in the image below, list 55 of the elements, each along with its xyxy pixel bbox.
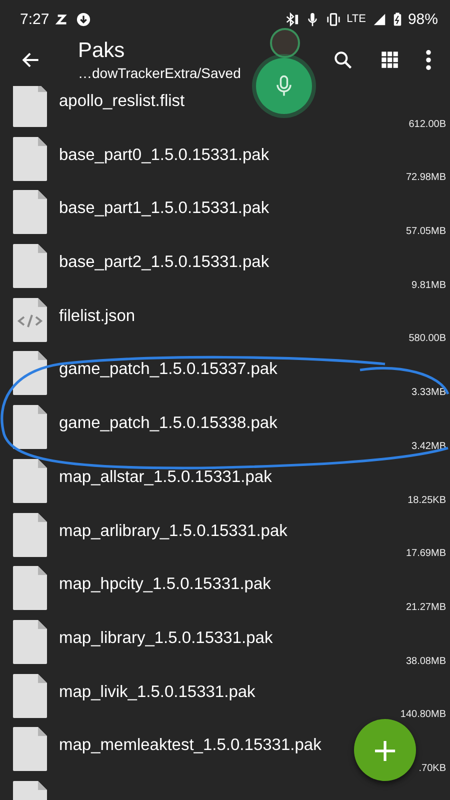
status-time: 7:27 bbox=[20, 10, 50, 28]
grid-icon bbox=[380, 50, 400, 70]
file-icon bbox=[13, 674, 47, 718]
file-name: map_allstar_1.5.0.15331.pak bbox=[59, 468, 272, 487]
file-name: base_part0_1.5.0.15331.pak bbox=[59, 146, 270, 165]
file-name: map_memleaktest_1.5.0.15331.pak bbox=[59, 736, 322, 756]
bluetooth-icon bbox=[284, 12, 299, 26]
download-icon bbox=[76, 12, 92, 26]
file-size: 38.08MB bbox=[406, 656, 446, 667]
file-size: 9.81MB bbox=[412, 280, 446, 291]
file-size: 140.80MB bbox=[400, 709, 446, 720]
add-button[interactable]: + bbox=[354, 719, 416, 781]
file-size: .70KB bbox=[418, 762, 446, 774]
file-name: map_library_1.5.0.15331.pak bbox=[59, 628, 273, 648]
file-size: 21.27MB bbox=[406, 602, 446, 613]
file-icon bbox=[13, 512, 47, 556]
file-icon bbox=[13, 86, 47, 127]
battery-icon bbox=[392, 12, 402, 26]
file-icon bbox=[13, 458, 47, 503]
file-size: 57.05MB bbox=[406, 226, 446, 238]
code-file-icon bbox=[13, 298, 47, 342]
file-size: 3.42MB bbox=[412, 440, 446, 452]
file-icon bbox=[13, 566, 47, 610]
avatar bbox=[270, 28, 300, 58]
voice-input-bubble[interactable] bbox=[256, 58, 312, 114]
file-icon bbox=[13, 620, 47, 664]
file-name: filelist.json bbox=[59, 306, 136, 326]
network-label: LTE bbox=[346, 13, 366, 25]
folder-path: …dowTrackerExtra/Saved bbox=[78, 65, 241, 81]
file-icon bbox=[13, 727, 47, 772]
file-size: 3.33MB bbox=[412, 387, 446, 398]
file-name: game_patch_1.5.0.15338.pak bbox=[59, 414, 278, 434]
file-size: 17.69MB bbox=[406, 548, 446, 560]
signal-icon bbox=[372, 12, 387, 26]
file-size: 612.00B bbox=[408, 118, 446, 130]
file-icon bbox=[13, 190, 47, 234]
file-size: 580.00B bbox=[408, 333, 446, 344]
file-icon bbox=[13, 351, 47, 396]
file-name: map_hpcity_1.5.0.15331.pak bbox=[59, 575, 271, 594]
search-icon bbox=[332, 49, 354, 71]
vibrate-icon bbox=[326, 12, 341, 26]
file-name: base_part1_1.5.0.15331.pak bbox=[59, 199, 270, 218]
file-icon bbox=[13, 405, 47, 450]
file-name: game_patch_1.5.0.15337.pak bbox=[59, 360, 278, 380]
more-icon bbox=[426, 50, 431, 70]
file-size: 72.98MB bbox=[406, 172, 446, 184]
file-name: map_livik_1.5.0.15331.pak bbox=[59, 682, 256, 702]
file-icon bbox=[13, 136, 47, 181]
file-name: base_part2_1.5.0.15331.pak bbox=[59, 253, 270, 272]
file-icon bbox=[13, 244, 47, 288]
battery-level: 98% bbox=[408, 10, 438, 28]
file-name: map_arlibrary_1.5.0.15331.pak bbox=[59, 522, 288, 540]
file-name: apollo_reslist.flist bbox=[59, 92, 185, 111]
file-size: 18.25KB bbox=[408, 494, 446, 506]
folder-title: Paks bbox=[78, 39, 126, 63]
